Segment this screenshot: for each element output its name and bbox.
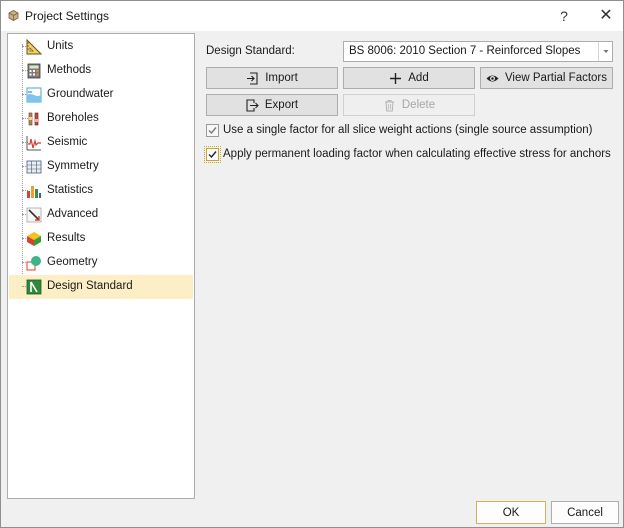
dialog-title: Project Settings bbox=[25, 9, 110, 23]
sidebar-item-boreholes[interactable]: Boreholes bbox=[9, 107, 193, 131]
sidebar-item-label: Advanced bbox=[47, 208, 99, 220]
design-standard-label: Design Standard: bbox=[206, 45, 295, 57]
ruler-triangle-icon bbox=[26, 39, 42, 55]
borehole-icon bbox=[28, 112, 39, 126]
sidebar-item-methods[interactable]: Methods bbox=[9, 59, 193, 83]
sidebar-item-label: Symmetry bbox=[47, 160, 99, 172]
cancel-label: Cancel bbox=[567, 506, 603, 519]
cancel-button[interactable]: Cancel bbox=[551, 501, 619, 524]
sidebar-item-label: Methods bbox=[47, 64, 92, 76]
settings-tree: Units Methods Groundwater Boreholes Seis… bbox=[7, 33, 195, 499]
sidebar-item-statistics[interactable]: Statistics bbox=[9, 179, 193, 203]
permanent-loading-label: Apply permanent loading factor when calc… bbox=[223, 148, 611, 160]
delete-label: Delete bbox=[401, 99, 436, 111]
sidebar-item-label: Groundwater bbox=[47, 88, 114, 100]
geometry-shapes-icon bbox=[26, 256, 41, 271]
import-icon bbox=[247, 71, 258, 85]
add-button[interactable]: Add bbox=[343, 67, 475, 89]
sidebar-item-advanced[interactable]: Advanced bbox=[9, 203, 193, 227]
chevron-down-icon bbox=[603, 50, 609, 53]
groundwater-icon bbox=[26, 87, 42, 103]
sidebar-item-label: Statistics bbox=[47, 184, 94, 196]
sidebar-item-label: Geometry bbox=[47, 256, 98, 268]
sidebar-item-label: Boreholes bbox=[47, 112, 99, 124]
dropdown-arrow[interactable] bbox=[598, 42, 612, 61]
sidebar-item-units[interactable]: Units bbox=[9, 35, 193, 59]
sidebar-item-results[interactable]: Results bbox=[9, 227, 193, 251]
calculator-icon bbox=[27, 63, 41, 79]
single-factor-label: Use a single factor for all slice weight… bbox=[223, 124, 593, 136]
sidebar-item-symmetry[interactable]: Symmetry bbox=[9, 155, 193, 179]
single-factor-checkbox[interactable] bbox=[206, 124, 219, 137]
ok-button[interactable]: OK bbox=[476, 501, 546, 524]
design-standard-icon bbox=[26, 279, 42, 295]
import-label: Import bbox=[265, 72, 298, 84]
sidebar-item-geometry[interactable]: Geometry bbox=[9, 251, 193, 275]
sidebar-item-label: Design Standard bbox=[47, 280, 133, 292]
export-label: Export bbox=[264, 99, 299, 111]
ok-label: OK bbox=[502, 506, 520, 519]
export-button[interactable]: Export bbox=[206, 94, 338, 116]
permanent-loading-checkbox[interactable] bbox=[204, 146, 221, 163]
project-settings-dialog: Project Settings ? ✕ Units Methods Groun… bbox=[0, 0, 624, 528]
sidebar-item-label: Seismic bbox=[47, 136, 88, 148]
close-button[interactable]: ✕ bbox=[591, 1, 621, 31]
eye-icon bbox=[486, 75, 499, 81]
design-standard-value: BS 8006: 2010 Section 7 - Reinforced Slo… bbox=[349, 45, 581, 57]
help-button[interactable]: ? bbox=[549, 1, 579, 31]
sidebar-item-label: Results bbox=[47, 232, 86, 244]
export-icon bbox=[246, 98, 259, 112]
delete-button[interactable]: Delete bbox=[343, 94, 475, 116]
sidebar-item-seismic[interactable]: Seismic bbox=[9, 131, 193, 155]
advanced-tools-icon bbox=[26, 207, 42, 223]
checkmark-icon bbox=[208, 127, 217, 135]
add-label: Add bbox=[408, 72, 429, 84]
view-partial-factors-label: View Partial Factors bbox=[504, 72, 608, 84]
app-settings-icon bbox=[8, 10, 19, 21]
view-partial-factors-button[interactable]: View Partial Factors bbox=[480, 67, 613, 89]
plus-icon bbox=[390, 72, 402, 84]
sidebar-item-design-standard[interactable]: Design Standard bbox=[9, 275, 193, 299]
import-button[interactable]: Import bbox=[206, 67, 338, 89]
seismic-wave-icon bbox=[26, 136, 41, 151]
symmetry-grid-icon bbox=[26, 160, 42, 174]
trash-icon bbox=[384, 99, 394, 111]
results-cube-icon bbox=[27, 232, 41, 246]
design-standard-select[interactable]: BS 8006: 2010 Section 7 - Reinforced Slo… bbox=[343, 41, 613, 62]
title-bar: Project Settings ? ✕ bbox=[1, 1, 623, 31]
statistics-bars-icon bbox=[27, 186, 41, 198]
checkmark-icon bbox=[208, 151, 217, 159]
sidebar-item-label: Units bbox=[47, 40, 74, 52]
sidebar-item-groundwater[interactable]: Groundwater bbox=[9, 83, 193, 107]
